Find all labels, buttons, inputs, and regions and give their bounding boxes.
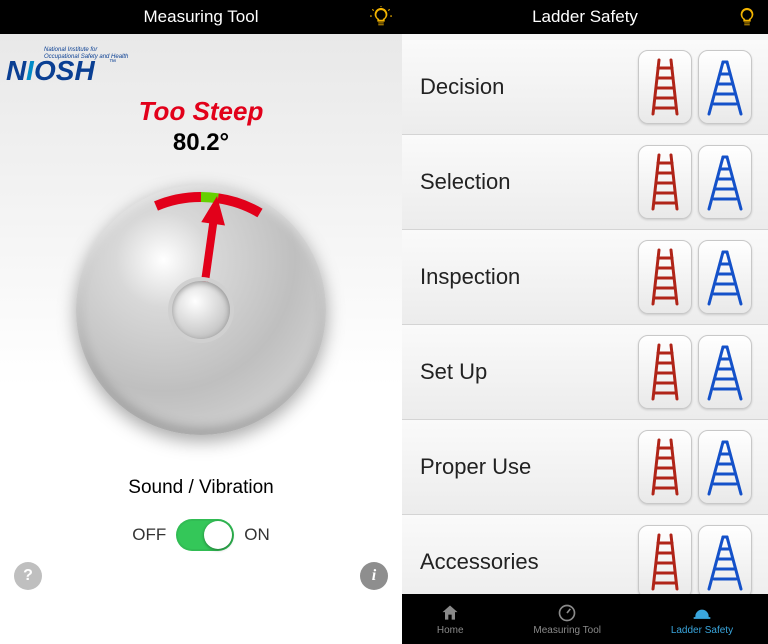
sound-vibration-label: Sound / Vibration bbox=[0, 477, 402, 499]
svg-text:National Institute for: National Institute for bbox=[44, 47, 98, 53]
safety-menu: Decision Selection Ins bbox=[402, 34, 768, 610]
step-ladder-button[interactable] bbox=[698, 240, 752, 314]
tab-bar: Home Measuring Tool Ladder Safety bbox=[402, 594, 768, 644]
help-button[interactable]: ? bbox=[14, 562, 42, 590]
menu-label: Set Up bbox=[420, 359, 487, 385]
menu-row-proper-use: Proper Use bbox=[402, 420, 768, 515]
angle-dial bbox=[76, 185, 326, 435]
svg-text:N: N bbox=[6, 55, 27, 84]
tab-label: Home bbox=[437, 625, 464, 636]
tab-label: Ladder Safety bbox=[671, 625, 733, 636]
menu-row-selection: Selection bbox=[402, 135, 768, 230]
sound-vibration-toggle-row: OFF ON bbox=[0, 519, 402, 551]
niosh-logo: National Institute for Occupational Safe… bbox=[6, 40, 161, 89]
titlebar-title: Measuring Tool bbox=[144, 7, 259, 27]
menu-row-setup: Set Up bbox=[402, 325, 768, 420]
menu-label: Selection bbox=[420, 169, 511, 195]
sound-vibration-toggle[interactable] bbox=[176, 519, 234, 551]
tab-measuring-tool[interactable]: Measuring Tool bbox=[533, 603, 601, 636]
menu-row-decision: Decision bbox=[402, 40, 768, 135]
titlebar-right: Ladder Safety bbox=[402, 0, 768, 34]
lightbulb-icon[interactable] bbox=[736, 6, 758, 28]
tab-ladder-safety[interactable]: Ladder Safety bbox=[671, 603, 733, 636]
tab-label: Measuring Tool bbox=[533, 625, 601, 636]
menu-label: Proper Use bbox=[420, 454, 531, 480]
menu-row-inspection: Inspection bbox=[402, 230, 768, 325]
tab-home[interactable]: Home bbox=[437, 603, 464, 636]
extension-ladder-button[interactable] bbox=[638, 525, 692, 599]
extension-ladder-button[interactable] bbox=[638, 335, 692, 409]
lightbulb-icon[interactable] bbox=[370, 6, 392, 28]
extension-ladder-button[interactable] bbox=[638, 430, 692, 504]
gauge-icon bbox=[556, 603, 578, 623]
angle-value: 80.2° bbox=[0, 129, 402, 157]
step-ladder-button[interactable] bbox=[698, 525, 752, 599]
menu-label: Accessories bbox=[420, 549, 539, 575]
info-button[interactable]: i bbox=[360, 562, 388, 590]
step-ladder-button[interactable] bbox=[698, 145, 752, 219]
extension-ladder-button[interactable] bbox=[638, 240, 692, 314]
extension-ladder-button[interactable] bbox=[638, 50, 692, 124]
step-ladder-button[interactable] bbox=[698, 430, 752, 504]
extension-ladder-button[interactable] bbox=[638, 145, 692, 219]
titlebar-title: Ladder Safety bbox=[532, 7, 638, 27]
toggle-off-label: OFF bbox=[132, 525, 166, 545]
step-ladder-button[interactable] bbox=[698, 335, 752, 409]
svg-text:™: ™ bbox=[109, 59, 116, 66]
toggle-on-label: ON bbox=[244, 525, 270, 545]
svg-text:OSH: OSH bbox=[34, 55, 95, 84]
ladder-safety-screen: Ladder Safety Decision Selection bbox=[402, 0, 768, 644]
step-ladder-button[interactable] bbox=[698, 50, 752, 124]
menu-label: Inspection bbox=[420, 264, 520, 290]
titlebar-left: Measuring Tool bbox=[0, 0, 402, 34]
measuring-tool-screen: Measuring Tool National Institute for Oc… bbox=[0, 0, 402, 644]
menu-label: Decision bbox=[420, 74, 504, 100]
hardhat-icon bbox=[691, 603, 713, 623]
angle-status: Too Steep bbox=[0, 96, 402, 127]
home-icon bbox=[439, 603, 461, 623]
